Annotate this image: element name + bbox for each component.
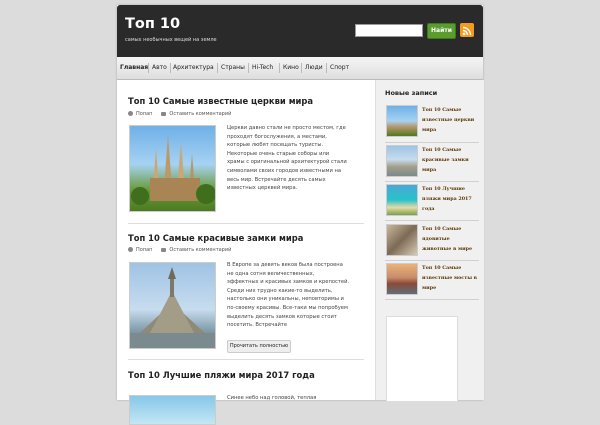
sidebar-separator — [385, 299, 479, 300]
read-more-button[interactable]: Прочитать полностью — [227, 340, 291, 353]
nav-separator — [326, 63, 327, 73]
nav-separator — [279, 63, 280, 73]
sidebar-thumbnail[interactable] — [386, 224, 418, 256]
nav-separator — [301, 63, 302, 73]
post-comment-link[interactable]: Оставить комментарий — [169, 247, 231, 253]
sidebar-separator — [385, 181, 479, 182]
sidebar-widget-box — [386, 316, 458, 402]
comment-icon — [161, 247, 167, 252]
nav-item-countries[interactable]: Страны — [221, 57, 245, 79]
user-icon — [128, 111, 133, 116]
nav-separator — [217, 63, 218, 73]
post-excerpt: Церкви давно стали не просто местом, где… — [227, 125, 347, 192]
nav-separator — [148, 63, 149, 73]
sidebar-thumbnail[interactable] — [386, 105, 418, 137]
sidebar-item-link[interactable]: Топ 10 Самые известные церкви мира — [422, 105, 478, 135]
post-excerpt: Синее небо над головой, теплая — [227, 395, 317, 401]
post-title[interactable]: Топ 10 Самые красивые замки мира — [128, 233, 303, 243]
post-meta: Попап Оставить комментарий — [128, 111, 231, 117]
main-content: Топ 10 Самые известные церкви мира Попап… — [117, 80, 374, 425]
nav-separator — [170, 63, 171, 73]
post-author[interactable]: Попап — [136, 247, 152, 253]
post-title[interactable]: Топ 10 Самые известные церкви мира — [128, 96, 313, 106]
nav-item-home[interactable]: Главная — [120, 57, 148, 79]
sidebar-thumbnail[interactable] — [386, 145, 418, 177]
nav-item-people[interactable]: Люди — [305, 57, 323, 79]
sidebar-item[interactable]: Топ 10 Самые красивые замки мира — [386, 145, 480, 181]
nav-item-architecture[interactable]: Архитектура — [173, 57, 214, 79]
sidebar-separator — [385, 220, 479, 221]
sidebar-thumbnail[interactable] — [386, 184, 418, 216]
nav-separator — [248, 63, 249, 73]
main-nav: Главная Авто Архитектура Страны Hi-Tech … — [117, 57, 483, 80]
sidebar-item-link[interactable]: Топ 10 Самые ядовитые животные в мире — [422, 224, 478, 254]
nav-item-auto[interactable]: Авто — [152, 57, 167, 79]
site-tagline: самых необычных вещей на земле — [125, 37, 217, 43]
page-container: Топ 10 самых необычных вещей на земле На… — [117, 5, 484, 425]
sidebar-item[interactable]: Топ 10 Самые известные мосты в мире — [386, 263, 480, 299]
sidebar-item-link[interactable]: Топ 10 Самые известные мосты в мире — [422, 263, 478, 293]
sidebar-item[interactable]: Топ 10 Самые известные церкви мира — [386, 105, 480, 141]
nav-item-sport[interactable]: Спорт — [330, 57, 349, 79]
search-button[interactable]: Найти — [427, 23, 456, 39]
site-title[interactable]: Топ 10 — [125, 16, 180, 32]
sidebar-item[interactable]: Топ 10 Лучшие пляжи мира 2017 года — [386, 184, 480, 220]
post-thumbnail[interactable] — [129, 125, 216, 212]
site-header: Топ 10 самых необычных вещей на земле На… — [117, 5, 483, 57]
comment-icon — [161, 111, 167, 116]
sidebar-separator — [385, 142, 479, 143]
user-icon — [128, 247, 133, 252]
post-title[interactable]: Топ 10 Лучшие пляжи мира 2017 года — [128, 370, 315, 380]
nav-item-hitech[interactable]: Hi-Tech — [252, 57, 273, 79]
sidebar-thumbnail[interactable] — [386, 263, 418, 295]
sidebar-separator — [385, 260, 479, 261]
post-meta: Попап Оставить комментарий — [128, 247, 231, 253]
post-excerpt: В Европе за девять веков была построена … — [227, 262, 350, 329]
sidebar-item[interactable]: Топ 10 Самые ядовитые животные в мире — [386, 224, 480, 260]
sidebar-item-link[interactable]: Топ 10 Лучшие пляжи мира 2017 года — [422, 184, 478, 214]
post-divider — [128, 223, 364, 224]
post-thumbnail[interactable] — [129, 262, 216, 349]
sidebar: Новые записи Топ 10 Самые известные церк… — [375, 80, 484, 402]
post-comment-link[interactable]: Оставить комментарий — [169, 111, 231, 117]
sidebar-item-link[interactable]: Топ 10 Самые красивые замки мира — [422, 145, 478, 175]
sidebar-title: Новые записи — [385, 89, 438, 97]
rss-icon[interactable] — [460, 23, 474, 37]
post-divider — [128, 359, 364, 360]
search-input[interactable] — [355, 24, 423, 37]
post-author[interactable]: Попап — [136, 111, 152, 117]
nav-item-cinema[interactable]: Кино — [283, 57, 299, 79]
